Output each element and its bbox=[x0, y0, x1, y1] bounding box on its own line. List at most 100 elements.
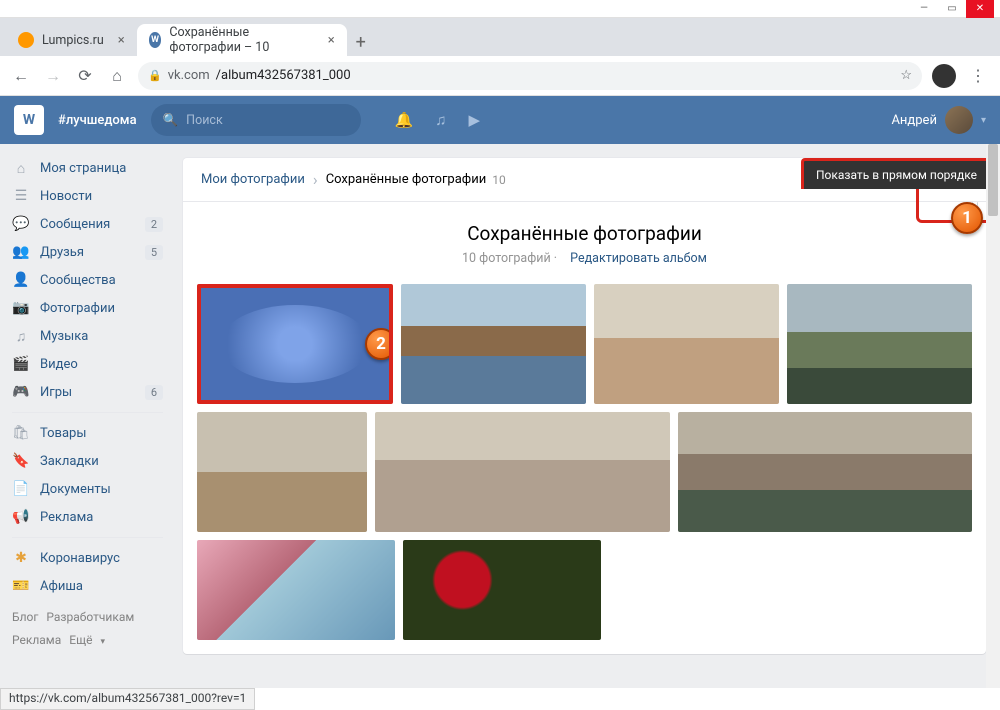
breadcrumb-album: Сохранённые фотографии bbox=[326, 172, 487, 187]
vk-user-menu[interactable]: Андрей ▾ bbox=[891, 106, 986, 134]
chevron-right-icon: › bbox=[313, 170, 318, 189]
sidebar-item-label: Сообщения bbox=[40, 217, 110, 232]
window-maximize-button[interactable]: ▭ bbox=[938, 0, 966, 18]
browser-menu-button[interactable]: ⋮ bbox=[966, 66, 990, 85]
ticket-icon: 🎫 bbox=[12, 578, 30, 594]
photo-thumb[interactable]: 2 bbox=[197, 284, 393, 404]
sidebar-footer: БлогРазработчикам РекламаЕщё▾ bbox=[0, 600, 175, 658]
sidebar-item-bookmarks[interactable]: 🔖 Закладки bbox=[0, 447, 175, 475]
notifications-icon[interactable]: 🔔 bbox=[395, 111, 414, 129]
vk-tagline[interactable]: #лучшедома bbox=[58, 113, 137, 128]
vk-logo[interactable]: W bbox=[14, 105, 44, 135]
sidebar-item-label: Моя страница bbox=[40, 161, 126, 176]
sidebar-item-photos[interactable]: 📷Фотографии bbox=[0, 294, 175, 322]
vk-main: Мои фотографии › Сохранённые фотографии … bbox=[175, 144, 1000, 688]
document-icon: 📄 bbox=[12, 481, 30, 497]
url-path: /album432567381_000 bbox=[216, 68, 351, 83]
footer-link[interactable]: Разработчикам bbox=[46, 610, 134, 624]
sidebar-item-market[interactable]: 🛍 Товары bbox=[0, 419, 175, 447]
edit-album-link[interactable]: Редактировать альбом bbox=[570, 251, 707, 266]
profile-avatar[interactable] bbox=[932, 64, 956, 88]
footer-link[interactable]: Блог bbox=[12, 610, 38, 624]
sidebar-item-communities[interactable]: 👤Сообщества bbox=[0, 266, 175, 294]
tab-title: Lumpics.ru bbox=[42, 33, 104, 48]
reload-button[interactable]: ⟳ bbox=[74, 65, 96, 87]
avatar-icon bbox=[945, 106, 973, 134]
photo-thumb[interactable] bbox=[594, 284, 779, 404]
annotation-badge: 1 bbox=[951, 202, 983, 234]
forward-button[interactable]: → bbox=[42, 65, 64, 87]
sidebar-item-label: Коронавирус bbox=[40, 551, 120, 566]
footer-link[interactable]: Реклама bbox=[12, 633, 61, 647]
lock-icon: 🔒 bbox=[148, 69, 162, 82]
virus-icon: ✱ bbox=[12, 550, 30, 566]
scrollbar-thumb[interactable] bbox=[988, 144, 998, 216]
tab-close-button[interactable]: × bbox=[118, 33, 125, 48]
sidebar-item-news[interactable]: ☰Новости bbox=[0, 182, 175, 210]
sidebar-item-video[interactable]: 🎬 Видео bbox=[0, 350, 175, 378]
browser-tabstrip: Lumpics.ru × W Сохранённые фотографии – … bbox=[0, 18, 1000, 56]
music-icon[interactable]: ♫ bbox=[435, 111, 446, 129]
photo-thumb[interactable] bbox=[375, 412, 670, 532]
video-icon: 🎬 bbox=[12, 356, 30, 372]
sidebar-item-profile[interactable]: ⌂ Моя страница bbox=[0, 154, 175, 182]
album-panel: Мои фотографии › Сохранённые фотографии … bbox=[183, 158, 986, 654]
bookmark-star-icon[interactable]: ☆ bbox=[900, 68, 912, 83]
sidebar-item-covid[interactable]: ✱ Коронавирус bbox=[0, 544, 175, 572]
search-placeholder: Поиск bbox=[186, 113, 223, 128]
sidebar-item-label: Видео bbox=[40, 357, 78, 372]
photo-thumb[interactable] bbox=[401, 284, 586, 404]
photo-thumb[interactable] bbox=[787, 284, 972, 404]
photo-thumb[interactable] bbox=[197, 412, 367, 532]
tab-close-button[interactable]: × bbox=[328, 33, 335, 48]
sidebar-item-label: Документы bbox=[40, 482, 111, 497]
counter-badge: 5 bbox=[145, 245, 163, 260]
scrollbar[interactable] bbox=[986, 144, 1000, 688]
vk-sidebar: ⌂Моя страница ☰Новости 💬Сообщения2 👥Друз… bbox=[0, 144, 175, 688]
photo-thumb[interactable] bbox=[197, 540, 395, 640]
tab-title: Сохранённые фотографии – 10 bbox=[169, 25, 313, 55]
url-host: vk.com bbox=[168, 68, 210, 83]
annotation-badge: 2 bbox=[365, 328, 393, 360]
home-button[interactable]: ⌂ bbox=[106, 65, 128, 87]
back-button[interactable]: ← bbox=[10, 65, 32, 87]
browser-tab[interactable]: Lumpics.ru × bbox=[6, 24, 137, 56]
play-icon[interactable]: ▶ bbox=[469, 111, 481, 129]
camera-icon: 📷 bbox=[12, 300, 30, 316]
photo-thumb[interactable] bbox=[678, 412, 973, 532]
annotation-1: Показать в прямом порядке ↑↓ 1 bbox=[801, 158, 992, 223]
sidebar-item-messages[interactable]: 💬Сообщения2 bbox=[0, 210, 175, 238]
sidebar-item-label: Сообщества bbox=[40, 273, 116, 288]
sidebar-item-label: Друзья bbox=[40, 245, 84, 260]
sidebar-item-label: Музыка bbox=[40, 329, 88, 344]
window-minimize-button[interactable]: — bbox=[910, 0, 938, 18]
sidebar-item-afisha[interactable]: 🎫 Афиша bbox=[0, 572, 175, 600]
vk-search[interactable]: 🔍 Поиск bbox=[151, 104, 361, 136]
favicon-icon: W bbox=[149, 32, 162, 48]
browser-statusbar: https://vk.com/album432567381_000?rev=1 bbox=[0, 688, 255, 710]
favicon-icon bbox=[18, 32, 34, 48]
sidebar-item-friends[interactable]: 👥Друзья5 bbox=[0, 238, 175, 266]
footer-link[interactable]: Ещё bbox=[69, 633, 92, 647]
bookmark-icon: 🔖 bbox=[12, 453, 30, 469]
sort-tooltip: Показать в прямом порядке bbox=[801, 158, 992, 189]
sidebar-item-label: Товары bbox=[40, 426, 86, 441]
breadcrumb-root[interactable]: Мои фотографии bbox=[201, 172, 305, 187]
sidebar-item-label: Закладки bbox=[40, 454, 99, 469]
music-icon: ♫ bbox=[12, 328, 30, 345]
sidebar-item-documents[interactable]: 📄 Документы bbox=[0, 475, 175, 503]
new-tab-button[interactable]: + bbox=[347, 28, 375, 56]
sidebar-item-label: Реклама bbox=[40, 510, 93, 525]
sidebar-item-music[interactable]: ♫ Музыка bbox=[0, 322, 175, 350]
window-close-button[interactable]: ✕ bbox=[966, 0, 994, 18]
sidebar-item-label: Афиша bbox=[40, 579, 83, 594]
photo-thumb[interactable] bbox=[403, 540, 601, 640]
breadcrumb-count: 10 bbox=[492, 173, 506, 187]
market-icon: 🛍 bbox=[12, 425, 30, 441]
home-icon: ⌂ bbox=[12, 160, 30, 177]
sidebar-item-ads[interactable]: 📢Реклама bbox=[0, 503, 175, 531]
address-bar[interactable]: 🔒 vk.com/album432567381_000 ☆ bbox=[138, 62, 922, 90]
search-icon: 🔍 bbox=[163, 113, 179, 128]
browser-tab-active[interactable]: W Сохранённые фотографии – 10 × bbox=[137, 24, 347, 56]
sidebar-item-games[interactable]: 🎮Игры6 bbox=[0, 378, 175, 406]
